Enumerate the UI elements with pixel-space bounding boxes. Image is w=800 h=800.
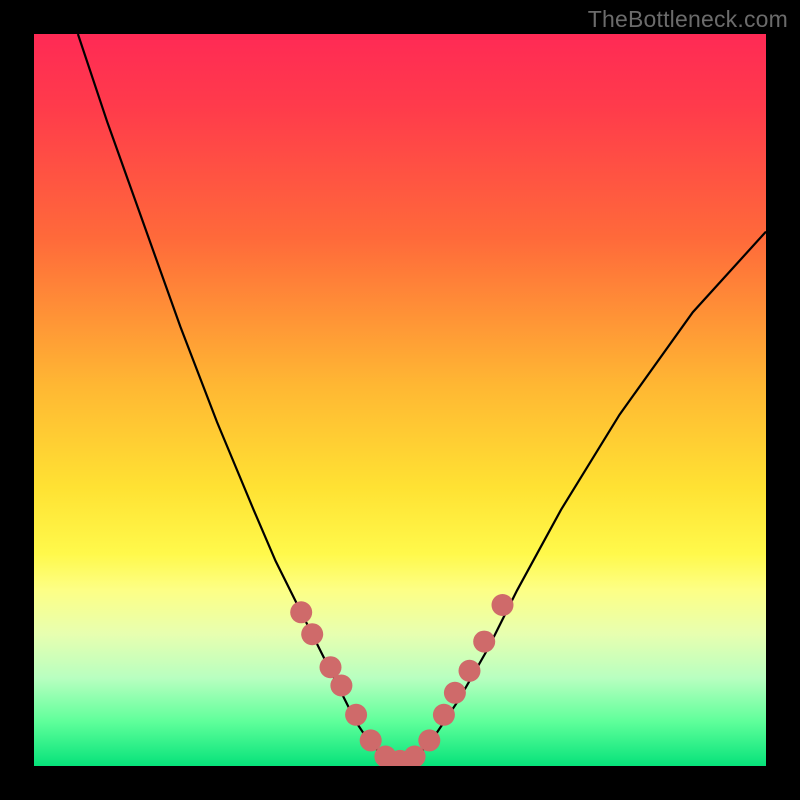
marker-dot: [320, 656, 342, 678]
marker-dot: [444, 682, 466, 704]
attribution-text: TheBottleneck.com: [588, 6, 788, 33]
curve-layer: [34, 34, 766, 766]
marker-dot: [290, 601, 312, 623]
marker-dot: [301, 623, 323, 645]
marker-dot: [418, 729, 440, 751]
marker-dot: [492, 594, 514, 616]
curve-markers: [290, 594, 513, 766]
marker-dot: [330, 675, 352, 697]
marker-dot: [459, 660, 481, 682]
marker-dot: [433, 704, 455, 726]
marker-dot: [345, 704, 367, 726]
chart-frame: TheBottleneck.com: [0, 0, 800, 800]
marker-dot: [473, 631, 495, 653]
plot-area: [34, 34, 766, 766]
bottleneck-curve: [78, 34, 766, 761]
